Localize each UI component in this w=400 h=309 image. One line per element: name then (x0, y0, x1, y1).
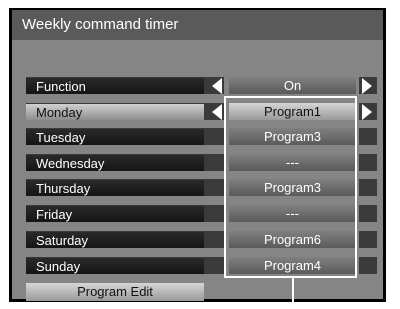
function-value[interactable]: On (229, 77, 356, 94)
saturday-label[interactable]: Saturday (26, 231, 204, 248)
thursday-label[interactable]: Thursday (26, 179, 204, 196)
wednesday-label[interactable]: Wednesday (26, 154, 204, 171)
tuesday-label[interactable]: Tuesday (26, 128, 204, 145)
tuesday-tail (359, 128, 377, 145)
sunday-label[interactable]: Sunday (26, 257, 204, 274)
sunday-tail (359, 257, 377, 274)
wednesday-tail (359, 154, 377, 171)
sunday-gap (204, 257, 224, 274)
friday-label[interactable]: Friday (26, 205, 204, 222)
tuesday-gap (204, 128, 224, 145)
friday-tail (359, 205, 377, 222)
wednesday-gap (204, 154, 224, 171)
friday-gap (204, 205, 224, 222)
program-bracket (224, 96, 357, 278)
bracket-stem (292, 278, 294, 302)
right-arrow-icon[interactable] (362, 78, 372, 94)
program-edit-button[interactable]: Program Edit (26, 283, 204, 301)
right-arrow-icon[interactable] (362, 104, 372, 120)
saturday-tail (359, 231, 377, 248)
left-arrow-icon[interactable] (212, 104, 222, 120)
left-arrow-icon[interactable] (212, 78, 222, 94)
title-bar: Weekly command timer (12, 10, 383, 40)
page-title: Weekly command timer (22, 16, 179, 33)
function-label[interactable]: Function (26, 77, 204, 94)
thursday-gap (204, 179, 224, 196)
thursday-tail (359, 179, 377, 196)
saturday-gap (204, 231, 224, 248)
monday-label[interactable]: Monday (26, 103, 204, 120)
